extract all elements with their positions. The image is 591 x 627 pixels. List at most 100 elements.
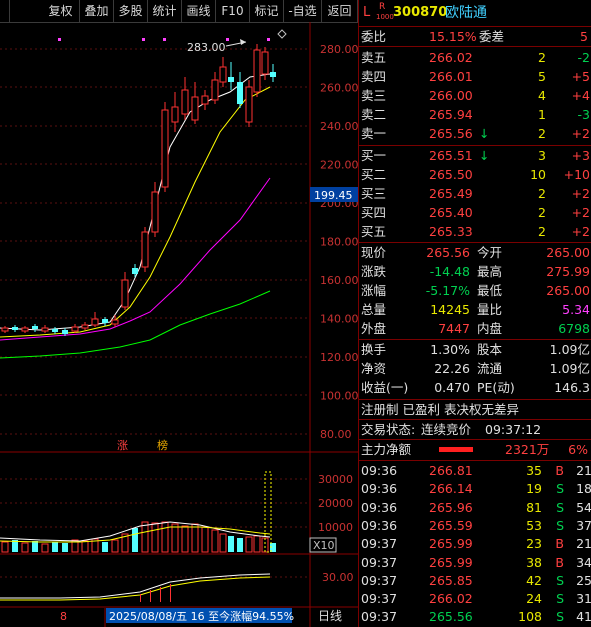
peak-arrowhead-icon [240,39,246,45]
stock-header: L R 1000 300870 欧陆通 [359,2,591,24]
candle [201,95,209,105]
volume-axis: 30000 20000 10000 [318,473,353,534]
svg-text:30000: 30000 [318,473,353,486]
quote-row: 外盘 7447 内盘 6798 [361,321,590,336]
volume-bar [132,528,138,552]
svg-text:10000: 10000 [318,521,353,534]
period-selector[interactable]: 日线 [318,609,342,623]
volume-bar [219,533,227,553]
stats-row: 净资 22.26 流通 1.09亿 [361,361,590,376]
candle [132,268,138,274]
tick-row: 09:37 266.02 24 S 31 [361,591,591,607]
book-row[interactable]: 卖二 265.94 1 -3 [359,105,591,124]
y-tick-7: 140.00 [320,313,358,326]
candle [237,82,243,104]
candle [62,330,68,334]
candle [181,89,189,115]
y-tick-2: 240.00 [320,120,358,133]
r-sub-badge: 1000 [376,13,394,21]
toolbar-fuquan-button[interactable]: 复权 [42,0,80,22]
candle [12,327,18,330]
book-row[interactable]: 卖四 266.01 5 +5 [359,67,591,86]
volume-bar [141,521,149,553]
quote-row: 现价 265.56 今开 265.00 [361,245,590,260]
toolbar-draw-button[interactable]: 画线 [182,0,216,22]
tick-row: 09:37 265.56 108 S 41 [361,609,591,625]
tick-row: 09:37 265.85 42 S 25 [361,572,591,588]
volume-bar [52,542,58,552]
tick-row: 09:36 266.81 35 B 21 [361,463,591,478]
y-tick-0: 280.00 [320,43,358,56]
toolbar-f10-button[interactable]: F10 [216,0,250,22]
book-row[interactable]: 买二 265.50 10 +10 [359,165,591,184]
kline-chart[interactable]: 280.00260.00240.00220.00200.00180.00160.… [0,22,358,627]
volume-bar [81,540,89,553]
candle [161,109,169,188]
candle [191,96,199,121]
book-row[interactable]: 买五 265.33 2 +2 [359,222,591,241]
toolbar-overlay-button[interactable]: 叠加 [80,0,114,22]
tick-row: 09:36 265.59 53 S 37 [361,517,591,533]
price-axis: 280.00260.00240.00220.00200.00180.00160.… [320,43,358,441]
candle [81,324,89,329]
tick-row: 09:36 265.96 81 S 54 [361,499,591,515]
candle [32,326,38,329]
quote-row: 涨幅 -5.17% 最低 265.00 [361,283,590,298]
tick-list[interactable]: 09:36 266.81 35 B 21 09:36 266.14 19 S 18 09:36 265… [359,461,591,627]
candle [71,326,79,332]
toolbar-edge [0,0,10,22]
volume-bar [253,535,261,553]
toolbar-stats-button[interactable]: 统计 [148,0,182,22]
book-row[interactable]: 卖五 266.02 2 -2 [359,48,591,67]
svg-text:20000: 20000 [318,497,353,510]
stats-row: 收益(一) 0.470 PE(动) 146.3 [361,380,590,395]
tick-row: 09:37 265.99 23 B 21 [361,536,591,552]
volume-bar [237,538,243,552]
book-row[interactable]: 买四 265.40 2 +2 [359,203,591,222]
stock-name: 欧陆通 [445,5,487,21]
candle [270,72,276,77]
toolbar-watchlist-button[interactable]: -自选 [284,0,322,22]
candle [102,319,108,323]
book-row[interactable]: 买一 265.51 ↓ 3 +3 [359,146,591,165]
chart-toolbar: 复权 叠加 多股 统计 画线 F10 标记 -自选 返回 [0,0,358,23]
weibi-row: 委比 15.15% 委差 5 [361,29,588,44]
volume-bar [228,536,234,552]
candle [219,66,227,83]
toolbar-multistock-button[interactable]: 多股 [114,0,148,22]
candle [151,191,159,233]
y-tick-5: 180.00 [320,236,358,249]
volume-bar [1,541,9,553]
volume-bar [245,536,253,553]
volume-bar [32,541,38,552]
candle [111,319,119,325]
badge-zhang[interactable]: 涨 [117,439,128,452]
toolbar-mark-button[interactable]: 标记 [250,0,284,22]
ma20-line [0,177,271,341]
volume-bar [171,523,179,553]
status-left: 8 [60,610,67,623]
candle [121,279,129,308]
ma10-line [0,86,271,338]
ma5-line [0,73,271,331]
event-markers [58,38,270,41]
stats-row: 换手 1.30% 股本 1.09亿 [361,342,590,357]
quote-row: 总量 14245 量比 5.34 [361,302,590,317]
y-tick-6: 160.00 [320,274,358,287]
candle [211,79,219,101]
candle [91,318,99,326]
book-row[interactable]: 卖三 266.00 4 +4 [359,86,591,105]
toolbar-back-button[interactable]: 返回 [322,0,358,22]
peak-label: 283.00 [187,41,226,54]
down-arrow-icon: ↓ [479,148,490,163]
indicator-axis: 30.00 [322,571,354,584]
book-row[interactable]: 买三 265.49 2 +2 [359,184,591,203]
volume-unit: X10 [313,539,335,552]
volume-bar [191,523,199,553]
quote-summary: 现价 265.56 今开 265.00 涨跌 -14.48 最高 275.99 涨幅 -5.17%… [359,243,591,339]
book-row[interactable]: 卖一 265.56 ↓ 2 +2 [359,124,591,143]
volume-bar [62,543,68,552]
volume-bar [181,525,189,553]
badge-bang[interactable]: 榜 [157,438,168,452]
diamond-icon[interactable] [277,29,287,39]
